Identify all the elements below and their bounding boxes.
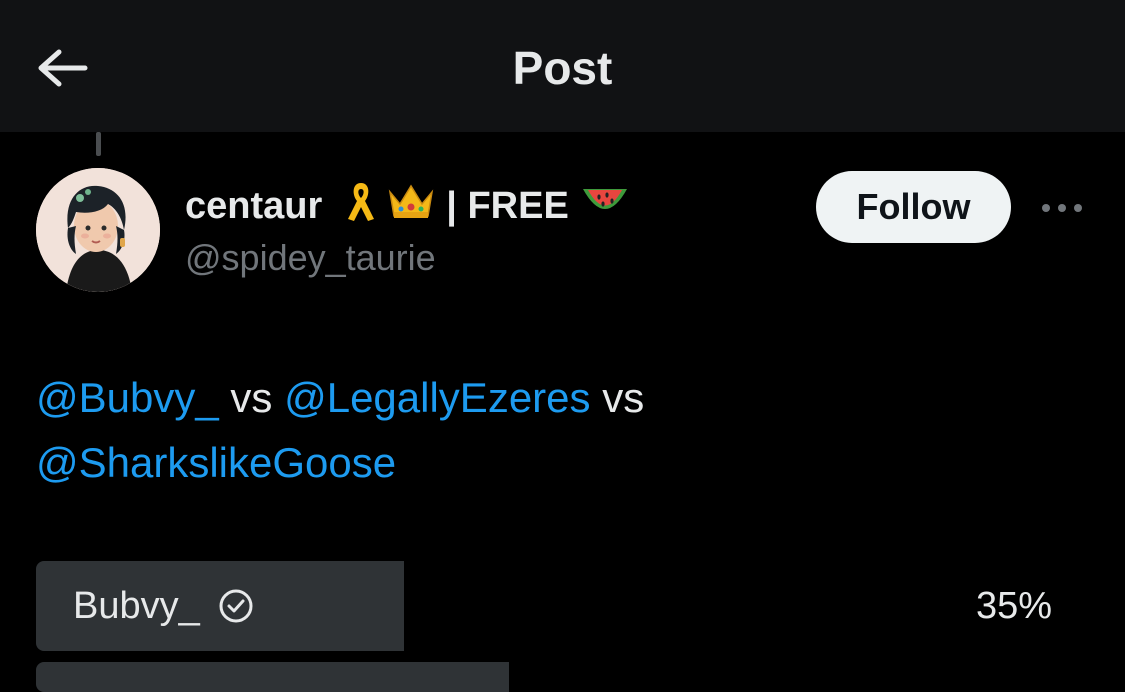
display-name-suffix: | FREE: [446, 184, 569, 227]
mention-link[interactable]: @SharkslikeGoose: [36, 439, 396, 486]
mention-link[interactable]: @LegallyEzeres: [284, 374, 590, 421]
poll-result-bar: [36, 662, 509, 692]
yellow-ribbon-icon: [344, 179, 378, 233]
check-circle-icon: [218, 588, 254, 624]
avatar-illustration: [36, 168, 160, 292]
thread-connector-line: [96, 132, 101, 156]
display-name: centaur: [185, 184, 323, 227]
post-text: @Bubvy_ vs @LegallyEzeres vs @Sharkslike…: [36, 365, 1076, 495]
mention-link[interactable]: @Bubvy_: [36, 374, 219, 421]
crown-icon: [386, 180, 436, 232]
follow-button[interactable]: Follow: [816, 171, 1011, 243]
poll-option: Bubvy_ 35%: [36, 561, 1086, 651]
ellipsis-icon: [1042, 204, 1082, 212]
more-options-button[interactable]: [1036, 188, 1088, 228]
poll-option-percent: 35%: [975, 584, 1052, 627]
page-title: Post: [512, 42, 613, 94]
avatar[interactable]: [36, 168, 160, 292]
top-bar: Post: [0, 0, 1125, 132]
text-separator: vs: [218, 374, 285, 421]
watermelon-icon: [579, 181, 631, 231]
poll-option-label: Bubvy_: [73, 584, 200, 627]
text-separator: vs: [590, 374, 645, 421]
display-name-row[interactable]: centaur | FREE: [185, 180, 631, 232]
user-handle[interactable]: @spidey_taurie: [185, 235, 436, 281]
